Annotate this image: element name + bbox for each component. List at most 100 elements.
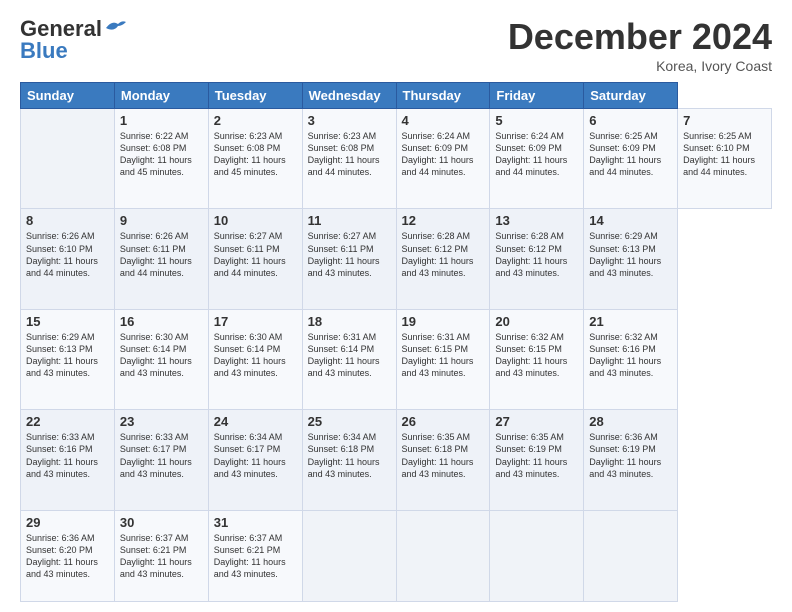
table-row: 26Sunrise: 6:35 AMSunset: 6:18 PMDayligh… bbox=[396, 410, 490, 510]
table-row: 9 Sunrise: 6:26 AMSunset: 6:11 PMDaylight… bbox=[114, 209, 208, 309]
cell-text: Sunrise: 6:32 AMSunset: 6:16 PMDaylight:… bbox=[589, 331, 672, 380]
calendar-week-3: 15Sunrise: 6:29 AMSunset: 6:13 PMDayligh… bbox=[21, 309, 772, 409]
table-row: 13Sunrise: 6:28 AMSunset: 6:12 PMDayligh… bbox=[490, 209, 584, 309]
table-row: 5 Sunrise: 6:24 AMSunset: 6:09 PMDaylight… bbox=[490, 109, 584, 209]
day-number: 13 bbox=[495, 213, 578, 228]
page: General Blue December 2024 Korea, Ivory … bbox=[0, 0, 792, 612]
day-number: 30 bbox=[120, 515, 203, 530]
table-row: 14 Sunrise: 6:29 AMSunset: 6:13 PMDayligh… bbox=[584, 209, 678, 309]
day-number: 1 bbox=[120, 113, 203, 128]
table-row: 23Sunrise: 6:33 AMSunset: 6:17 PMDayligh… bbox=[114, 410, 208, 510]
table-row: 10Sunrise: 6:27 AMSunset: 6:11 PMDayligh… bbox=[208, 209, 302, 309]
cell-text: Sunrise: 6:32 AMSunset: 6:15 PMDaylight:… bbox=[495, 331, 578, 380]
calendar-week-1: 1 Sunrise: 6:22 AMSunset: 6:08 PMDaylight… bbox=[21, 109, 772, 209]
day-number: 25 bbox=[308, 414, 391, 429]
month-title: December 2024 bbox=[508, 16, 772, 58]
cell-text: Sunrise: 6:22 AMSunset: 6:08 PMDaylight:… bbox=[120, 130, 203, 179]
day-number: 21 bbox=[589, 314, 672, 329]
logo: General Blue bbox=[20, 16, 126, 64]
table-row: 27Sunrise: 6:35 AMSunset: 6:19 PMDayligh… bbox=[490, 410, 584, 510]
title-area: December 2024 Korea, Ivory Coast bbox=[508, 16, 772, 74]
day-number: 15 bbox=[26, 314, 109, 329]
day-number: 2 bbox=[214, 113, 297, 128]
calendar-week-4: 22Sunrise: 6:33 AMSunset: 6:16 PMDayligh… bbox=[21, 410, 772, 510]
day-number: 22 bbox=[26, 414, 109, 429]
day-number: 19 bbox=[402, 314, 485, 329]
table-row: 31 Sunrise: 6:37 AMSunset: 6:21 PMDayligh… bbox=[208, 510, 302, 601]
day-number: 12 bbox=[402, 213, 485, 228]
day-number: 6 bbox=[589, 113, 672, 128]
cell-text: Sunrise: 6:37 AMSunset: 6:21 PMDaylight:… bbox=[120, 532, 203, 581]
calendar: SundayMondayTuesdayWednesdayThursdayFrid… bbox=[20, 82, 772, 602]
day-number: 14 bbox=[589, 213, 672, 228]
col-header-friday: Friday bbox=[490, 83, 584, 109]
day-number: 18 bbox=[308, 314, 391, 329]
table-row: 8Sunrise: 6:26 AMSunset: 6:10 PMDaylight… bbox=[21, 209, 115, 309]
cell-text: Sunrise: 6:25 AMSunset: 6:09 PMDaylight:… bbox=[589, 130, 672, 179]
day-number: 8 bbox=[26, 213, 109, 228]
table-row: 22Sunrise: 6:33 AMSunset: 6:16 PMDayligh… bbox=[21, 410, 115, 510]
table-row: 12 Sunrise: 6:28 AMSunset: 6:12 PMDayligh… bbox=[396, 209, 490, 309]
cell-text: Sunrise: 6:30 AMSunset: 6:14 PMDaylight:… bbox=[120, 331, 203, 380]
col-header-saturday: Saturday bbox=[584, 83, 678, 109]
day-number: 4 bbox=[402, 113, 485, 128]
day-number: 11 bbox=[308, 213, 391, 228]
logo-bird-icon bbox=[104, 18, 126, 36]
table-row: 11Sunrise: 6:27 AMSunset: 6:11 PMDayligh… bbox=[302, 209, 396, 309]
day-number: 29 bbox=[26, 515, 109, 530]
day-number: 3 bbox=[308, 113, 391, 128]
day-number: 24 bbox=[214, 414, 297, 429]
cell-text: Sunrise: 6:31 AMSunset: 6:15 PMDaylight:… bbox=[402, 331, 485, 380]
cell-text: Sunrise: 6:36 AMSunset: 6:20 PMDaylight:… bbox=[26, 532, 109, 581]
table-row: 25 Sunrise: 6:34 AMSunset: 6:18 PMDayligh… bbox=[302, 410, 396, 510]
table-row bbox=[21, 109, 115, 209]
cell-text: Sunrise: 6:23 AMSunset: 6:08 PMDaylight:… bbox=[214, 130, 297, 179]
cell-text: Sunrise: 6:30 AMSunset: 6:14 PMDaylight:… bbox=[214, 331, 297, 380]
col-header-tuesday: Tuesday bbox=[208, 83, 302, 109]
table-row bbox=[302, 510, 396, 601]
table-row: 29 Sunrise: 6:36 AMSunset: 6:20 PMDayligh… bbox=[21, 510, 115, 601]
cell-text: Sunrise: 6:34 AMSunset: 6:18 PMDaylight:… bbox=[308, 431, 391, 480]
table-row: 17Sunrise: 6:30 AMSunset: 6:14 PMDayligh… bbox=[208, 309, 302, 409]
table-row: 30 Sunrise: 6:37 AMSunset: 6:21 PMDayligh… bbox=[114, 510, 208, 601]
day-number: 16 bbox=[120, 314, 203, 329]
cell-text: Sunrise: 6:35 AMSunset: 6:18 PMDaylight:… bbox=[402, 431, 485, 480]
cell-text: Sunrise: 6:24 AMSunset: 6:09 PMDaylight:… bbox=[495, 130, 578, 179]
cell-text: Sunrise: 6:25 AMSunset: 6:10 PMDaylight:… bbox=[683, 130, 766, 179]
table-row bbox=[396, 510, 490, 601]
day-number: 9 bbox=[120, 213, 203, 228]
cell-text: Sunrise: 6:24 AMSunset: 6:09 PMDaylight:… bbox=[402, 130, 485, 179]
col-header-sunday: Sunday bbox=[21, 83, 115, 109]
cell-text: Sunrise: 6:34 AMSunset: 6:17 PMDaylight:… bbox=[214, 431, 297, 480]
cell-text: Sunrise: 6:37 AMSunset: 6:21 PMDaylight:… bbox=[214, 532, 297, 581]
table-row: 28 Sunrise: 6:36 AMSunset: 6:19 PMDayligh… bbox=[584, 410, 678, 510]
table-row: 7 Sunrise: 6:25 AMSunset: 6:10 PMDaylight… bbox=[678, 109, 772, 209]
table-row: 1 Sunrise: 6:22 AMSunset: 6:08 PMDaylight… bbox=[114, 109, 208, 209]
calendar-week-5: 29 Sunrise: 6:36 AMSunset: 6:20 PMDayligh… bbox=[21, 510, 772, 601]
day-number: 31 bbox=[214, 515, 297, 530]
cell-text: Sunrise: 6:33 AMSunset: 6:17 PMDaylight:… bbox=[120, 431, 203, 480]
cell-text: Sunrise: 6:28 AMSunset: 6:12 PMDaylight:… bbox=[402, 230, 485, 279]
day-number: 27 bbox=[495, 414, 578, 429]
calendar-header-row: SundayMondayTuesdayWednesdayThursdayFrid… bbox=[21, 83, 772, 109]
table-row: 24 Sunrise: 6:34 AMSunset: 6:17 PMDayligh… bbox=[208, 410, 302, 510]
day-number: 7 bbox=[683, 113, 766, 128]
cell-text: Sunrise: 6:26 AMSunset: 6:11 PMDaylight:… bbox=[120, 230, 203, 279]
subtitle: Korea, Ivory Coast bbox=[508, 58, 772, 74]
col-header-wednesday: Wednesday bbox=[302, 83, 396, 109]
day-number: 10 bbox=[214, 213, 297, 228]
table-row: 19 Sunrise: 6:31 AMSunset: 6:15 PMDayligh… bbox=[396, 309, 490, 409]
day-number: 20 bbox=[495, 314, 578, 329]
table-row: 21 Sunrise: 6:32 AMSunset: 6:16 PMDayligh… bbox=[584, 309, 678, 409]
table-row: 16 Sunrise: 6:30 AMSunset: 6:14 PMDayligh… bbox=[114, 309, 208, 409]
table-row: 4 Sunrise: 6:24 AMSunset: 6:09 PMDaylight… bbox=[396, 109, 490, 209]
day-number: 5 bbox=[495, 113, 578, 128]
cell-text: Sunrise: 6:29 AMSunset: 6:13 PMDaylight:… bbox=[589, 230, 672, 279]
cell-text: Sunrise: 6:36 AMSunset: 6:19 PMDaylight:… bbox=[589, 431, 672, 480]
table-row bbox=[584, 510, 678, 601]
header: General Blue December 2024 Korea, Ivory … bbox=[20, 16, 772, 74]
col-header-monday: Monday bbox=[114, 83, 208, 109]
table-row: 3Sunrise: 6:23 AMSunset: 6:08 PMDaylight… bbox=[302, 109, 396, 209]
cell-text: Sunrise: 6:31 AMSunset: 6:14 PMDaylight:… bbox=[308, 331, 391, 380]
day-number: 28 bbox=[589, 414, 672, 429]
